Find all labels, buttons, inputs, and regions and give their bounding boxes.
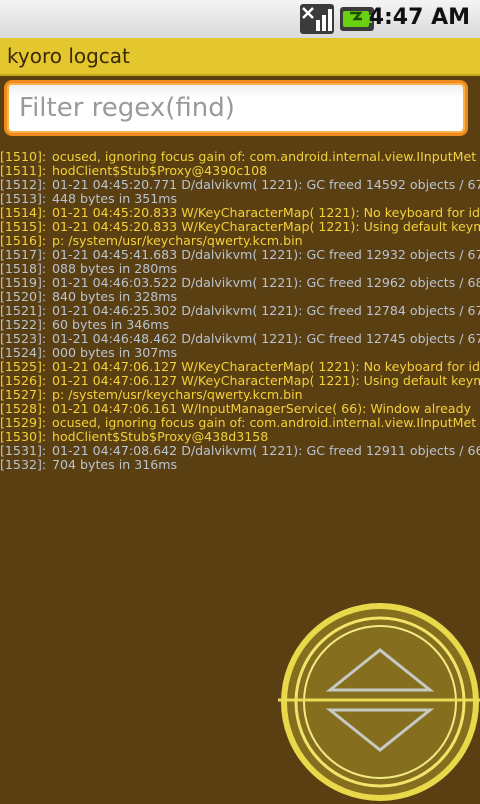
log-row[interactable]: [1521]: 01-21 04:46:25.302 D/dalvikvm( 12… xyxy=(0,304,480,318)
log-row[interactable]: [1517]: 01-21 04:45:41.683 D/dalvikvm( 12… xyxy=(0,248,480,262)
log-row[interactable]: [1526]: 01-21 04:47:06.127 W/KeyCharacter… xyxy=(0,374,480,388)
log-message: 01-21 04:47:06.127 W/KeyCharacterMap( 12… xyxy=(52,373,480,388)
log-row[interactable]: [1525]: 01-21 04:47:06.127 W/KeyCharacter… xyxy=(0,360,480,374)
log-line-number: [1522]: xyxy=(0,317,47,332)
log-message: 088 bytes in 280ms xyxy=(52,261,178,276)
log-line-number: [1511]: xyxy=(0,163,47,178)
scroll-up-down-icon[interactable] xyxy=(278,600,480,804)
log-message: 01-21 04:47:08.642 D/dalvikvm( 1221): GC… xyxy=(52,443,480,458)
log-row[interactable]: [1531]: 01-21 04:47:08.642 D/dalvikvm( 12… xyxy=(0,444,480,458)
log-row[interactable]: [1527]: p: /system/usr/keychars/qwerty.kc… xyxy=(0,388,480,402)
log-row[interactable]: [1522]: 60 bytes in 346ms xyxy=(0,318,480,332)
log-line-number: [1510]: xyxy=(0,150,47,164)
filter-regex-input[interactable] xyxy=(4,80,468,136)
log-line-number: [1528]: xyxy=(0,401,47,416)
log-message: hodClient$Stub$Proxy@438d3158 xyxy=(52,429,269,444)
log-row[interactable]: [1515]: 01-21 04:45:20.833 W/KeyCharacter… xyxy=(0,220,480,234)
log-line-number: [1512]: xyxy=(0,177,47,192)
log-row[interactable]: [1524]: 000 bytes in 307ms xyxy=(0,346,480,360)
log-row[interactable]: [1519]: 01-21 04:46:03.522 D/dalvikvm( 12… xyxy=(0,276,480,290)
log-line-number: [1524]: xyxy=(0,345,47,360)
log-message: 01-21 04:46:03.522 D/dalvikvm( 1221): GC… xyxy=(52,275,480,290)
log-line-number: [1515]: xyxy=(0,219,47,234)
title-bar: kyoro logcat xyxy=(0,38,480,76)
log-line-number: [1514]: xyxy=(0,205,47,220)
log-message: 01-21 04:45:41.683 D/dalvikvm( 1221): GC… xyxy=(52,247,480,262)
log-message: 704 bytes in 316ms xyxy=(52,457,178,472)
log-line-number: [1517]: xyxy=(0,247,47,262)
status-bar: 4:47 AM xyxy=(0,0,480,39)
log-message: 448 bytes in 351ms xyxy=(52,191,178,206)
log-line-number: [1525]: xyxy=(0,359,47,374)
log-row[interactable]: [1529]: ocused, ignoring focus gain of: c… xyxy=(0,416,480,430)
log-message: p: /system/usr/keychars/qwerty.kcm.bin xyxy=(52,387,303,402)
log-line-number: [1530]: xyxy=(0,429,47,444)
log-line-number: [1519]: xyxy=(0,275,47,290)
log-message: 01-21 04:47:06.127 W/KeyCharacterMap( 12… xyxy=(52,359,480,374)
log-row[interactable]: [1523]: 01-21 04:46:48.462 D/dalvikvm( 12… xyxy=(0,332,480,346)
log-line-number: [1523]: xyxy=(0,331,47,346)
log-row[interactable]: [1532]: 704 bytes in 316ms xyxy=(0,458,480,472)
log-row[interactable]: [1511]: hodClient$Stub$Proxy@4390c108 xyxy=(0,164,480,178)
log-line-number: [1531]: xyxy=(0,443,47,458)
log-line-number: [1513]: xyxy=(0,191,47,206)
log-message: 000 bytes in 307ms xyxy=(52,345,178,360)
log-row[interactable]: [1513]: 448 bytes in 351ms xyxy=(0,192,480,206)
log-message: 01-21 04:47:06.161 W/InputManagerService… xyxy=(52,401,472,416)
log-message: hodClient$Stub$Proxy@4390c108 xyxy=(52,163,268,178)
log-row[interactable]: [1516]: p: /system/usr/keychars/qwerty.kc… xyxy=(0,234,480,248)
log-line-number: [1527]: xyxy=(0,387,47,402)
log-message: 01-21 04:46:48.462 D/dalvikvm( 1221): GC… xyxy=(52,331,480,346)
log-line-number: [1521]: xyxy=(0,303,47,318)
status-clock: 4:47 AM xyxy=(368,5,470,30)
filter-bar xyxy=(0,76,480,144)
log-message: ocused, ignoring focus gain of: com.andr… xyxy=(52,415,477,430)
log-row[interactable]: [1528]: 01-21 04:47:06.161 W/InputManager… xyxy=(0,402,480,416)
log-line-number: [1520]: xyxy=(0,289,47,304)
log-message: 60 bytes in 346ms xyxy=(52,317,170,332)
log-line-number: [1518]: xyxy=(0,261,47,276)
log-message: 01-21 04:45:20.833 W/KeyCharacterMap( 12… xyxy=(52,205,480,220)
log-row[interactable]: [1518]: 088 bytes in 280ms xyxy=(0,262,480,276)
log-row[interactable]: [1514]: 01-21 04:45:20.833 W/KeyCharacter… xyxy=(0,206,480,220)
log-row[interactable]: [1520]: 840 bytes in 328ms xyxy=(0,290,480,304)
log-message: ocused, ignoring focus gain of: com.andr… xyxy=(52,150,477,164)
app-title: kyoro logcat xyxy=(7,44,130,68)
log-message: 01-21 04:46:25.302 D/dalvikvm( 1221): GC… xyxy=(52,303,480,318)
log-line-number: [1532]: xyxy=(0,457,47,472)
log-message: 01-21 04:45:20.833 W/KeyCharacterMap( 12… xyxy=(52,219,480,234)
log-list[interactable]: [1510]: ocused, ignoring focus gain of: c… xyxy=(0,150,480,480)
log-row[interactable]: [1530]: hodClient$Stub$Proxy@438d3158 xyxy=(0,430,480,444)
log-row[interactable]: [1512]: 01-21 04:45:20.771 D/dalvikvm( 12… xyxy=(0,178,480,192)
log-line-number: [1529]: xyxy=(0,415,47,430)
signal-icon xyxy=(300,4,334,34)
log-message: p: /system/usr/keychars/qwerty.kcm.bin xyxy=(52,233,303,248)
log-message: 840 bytes in 328ms xyxy=(52,289,178,304)
log-line-number: [1516]: xyxy=(0,233,47,248)
log-message: 01-21 04:45:20.771 D/dalvikvm( 1221): GC… xyxy=(52,177,480,192)
log-line-number: [1526]: xyxy=(0,373,47,388)
log-row[interactable]: [1510]: ocused, ignoring focus gain of: c… xyxy=(0,150,480,164)
